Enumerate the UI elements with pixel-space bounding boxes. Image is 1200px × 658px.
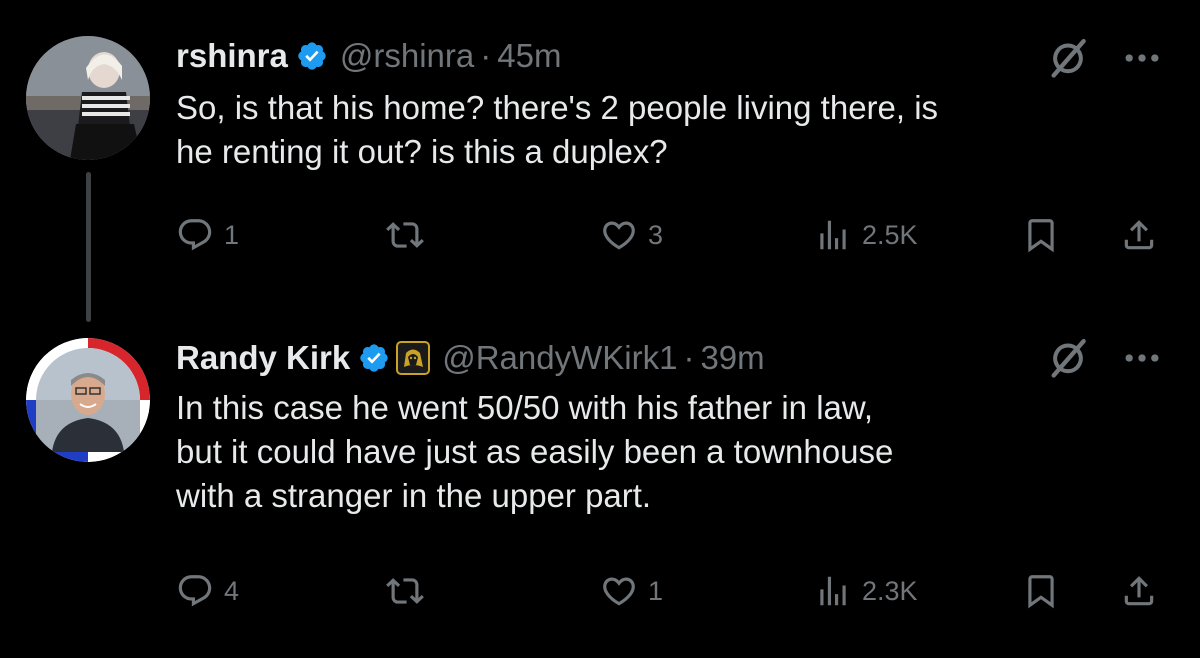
share-button[interactable] (1120, 216, 1158, 254)
verified-badge-icon (296, 40, 328, 72)
tweet-text: So, is that his home? there's 2 people l… (176, 86, 1176, 174)
lion-affiliate-badge-icon[interactable] (396, 341, 431, 375)
views-chart-icon (814, 572, 852, 610)
user-handle[interactable]: @RandyWKirk1 (442, 339, 677, 377)
retweet-icon (386, 216, 424, 254)
bookmark-icon (1022, 572, 1060, 610)
grok-icon[interactable] (1046, 36, 1090, 80)
retweet-button[interactable] (386, 216, 424, 254)
reply-icon (176, 216, 214, 254)
tweet-text: In this case he went 50/50 with his fath… (176, 386, 1176, 518)
separator-dot: · (480, 37, 492, 74)
heart-icon (600, 216, 638, 254)
tweet-actions: 4 1 2.3K (0, 568, 1200, 618)
view-count: 2.3K (862, 575, 918, 606)
tweet-rshinra[interactable]: rshinra @rshinra · 45m So, is that his h… (0, 0, 1200, 330)
user-avatar-photo-icon (26, 338, 150, 462)
avatar[interactable] (26, 36, 150, 160)
grok-icon[interactable] (1046, 336, 1090, 380)
more-options-icon[interactable] (1120, 336, 1164, 380)
retweet-icon (386, 572, 424, 610)
views-button[interactable]: 2.5K (814, 216, 918, 254)
share-icon (1120, 572, 1158, 610)
reply-button[interactable]: 4 (176, 572, 239, 610)
bookmark-button[interactable] (1022, 572, 1060, 610)
timestamp[interactable]: 39m (700, 339, 764, 377)
tweet-text-line: but it could have just as easily been a … (176, 433, 894, 470)
share-button[interactable] (1120, 572, 1158, 610)
like-count: 3 (648, 219, 664, 250)
user-handle[interactable]: @rshinra (340, 37, 474, 75)
tweet-randy-kirk[interactable]: Randy Kirk @RandyWKirk1 · 39m In this ca… (0, 330, 1200, 658)
heart-icon (600, 572, 638, 610)
reply-icon (176, 572, 214, 610)
view-count: 2.5K (862, 219, 918, 250)
like-button[interactable]: 3 (600, 216, 663, 254)
tweet-text-line: with a stranger in the upper part. (176, 477, 652, 514)
display-name[interactable]: Randy Kirk (176, 339, 350, 377)
more-options-icon[interactable] (1120, 36, 1164, 80)
tweet-header: rshinra @rshinra · 45m (176, 34, 561, 78)
reply-button[interactable]: 1 (176, 216, 239, 254)
tweet-text-line: In this case he went 50/50 with his fath… (176, 389, 874, 426)
reply-count: 4 (224, 575, 240, 606)
bookmark-button[interactable] (1022, 216, 1060, 254)
retweet-button[interactable] (386, 572, 424, 610)
reply-count: 1 (224, 219, 240, 250)
user-avatar-photo-icon (26, 36, 150, 160)
views-chart-icon (814, 216, 852, 254)
separator-dot: · (683, 339, 695, 376)
tweet-header: Randy Kirk @RandyWKirk1 · 39m (176, 336, 765, 380)
tweet-actions: 1 3 2.5K (0, 212, 1200, 262)
timestamp[interactable]: 45m (497, 37, 561, 75)
like-button[interactable]: 1 (600, 572, 663, 610)
display-name[interactable]: rshinra (176, 37, 288, 75)
bookmark-icon (1022, 216, 1060, 254)
avatar[interactable] (26, 338, 150, 462)
like-count: 1 (648, 575, 664, 606)
views-button[interactable]: 2.3K (814, 572, 918, 610)
tweet-text-line: So, is that his home? there's 2 people l… (176, 89, 939, 126)
verified-badge-icon (358, 342, 390, 374)
tweet-text-line: he renting it out? is this a duplex? (176, 133, 668, 170)
share-icon (1120, 216, 1158, 254)
